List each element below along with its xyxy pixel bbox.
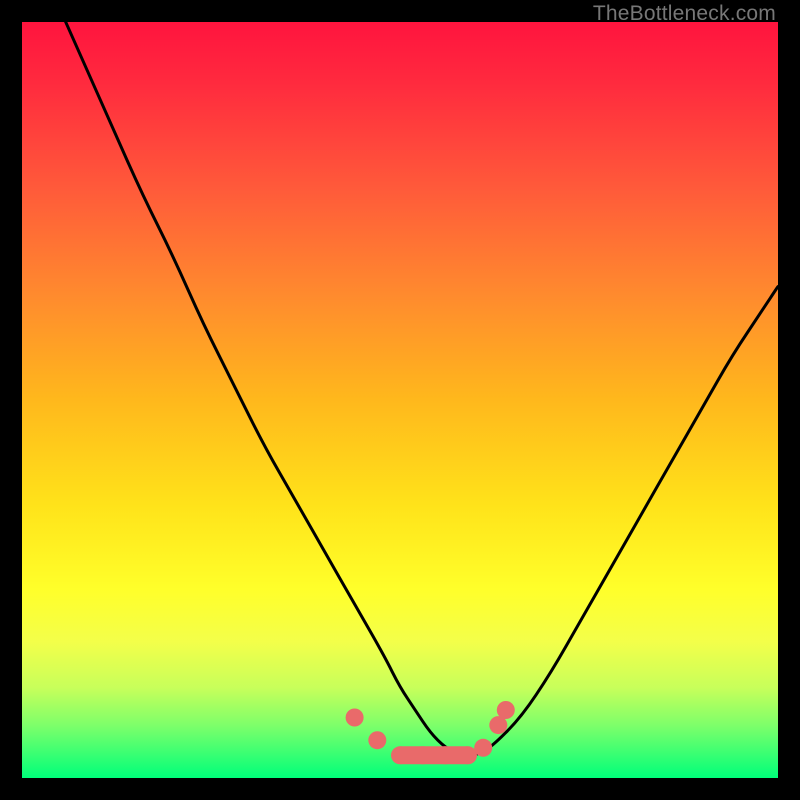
plot-area — [22, 22, 778, 778]
marker-dot — [436, 746, 454, 764]
marker-dot — [368, 731, 386, 749]
curve-svg — [22, 22, 778, 778]
marker-dot — [346, 709, 364, 727]
marker-dot — [497, 701, 515, 719]
marker-dot — [474, 739, 492, 757]
chart-frame: TheBottleneck.com — [0, 0, 800, 800]
bottleneck-curve — [22, 22, 778, 755]
marker-dot — [391, 746, 409, 764]
marker-dot — [414, 746, 432, 764]
